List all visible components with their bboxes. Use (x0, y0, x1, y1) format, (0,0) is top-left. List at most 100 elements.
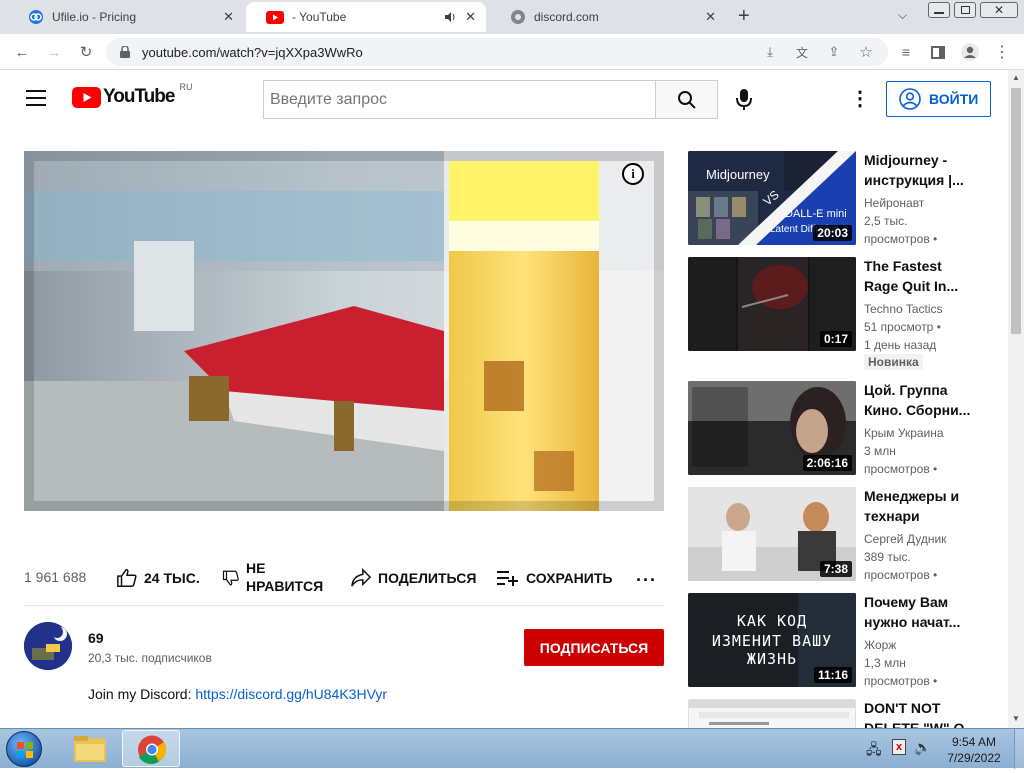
start-button[interactable] (6, 731, 42, 767)
divider (24, 605, 664, 606)
scroll-down-icon[interactable]: ▼ (1012, 714, 1020, 723)
channel-name[interactable]: 69 (88, 630, 104, 646)
dislike-label-line2: НРАВИТСЯ (246, 578, 324, 594)
title-line: DON'T NOT (864, 700, 941, 716)
recommendation-title[interactable]: DON'T NOT DELETE "W" O (864, 698, 994, 728)
video-description: Join my Discord: https://discord.gg/hU84… (88, 686, 387, 702)
url-text: youtube.com/watch?v=jqXXpa3WwRo (142, 45, 363, 60)
reload-icon[interactable]: ↻ (76, 42, 96, 62)
more-actions-icon[interactable]: ··· (636, 570, 657, 591)
recommendation-title[interactable]: Почему Вам нужно начат... (864, 592, 994, 632)
channel-name[interactable]: Techno Tactics (864, 300, 994, 318)
ufile-icon (29, 10, 43, 24)
forward-arrow-icon[interactable]: → (44, 42, 64, 62)
thumbnail-image (689, 700, 855, 728)
recommendation-title[interactable]: Менеджеры и технари (864, 486, 994, 526)
channel-name[interactable]: Крым Украина (864, 424, 994, 442)
profile-icon[interactable] (960, 42, 980, 62)
account-icon (899, 88, 921, 110)
share-icon[interactable]: ⇪ (824, 42, 844, 62)
title-line: Кино. Сборни... (864, 402, 971, 418)
channel-avatar[interactable] (24, 622, 72, 670)
description-text: Join my Discord: (88, 686, 196, 702)
info-icon[interactable]: i (622, 163, 644, 185)
recommendation-thumbnail[interactable]: 2:06:16 (688, 381, 856, 475)
tab-youtube[interactable]: - YouTube ✕ (246, 2, 486, 32)
title-line: Менеджеры и (864, 488, 960, 504)
show-desktop-button[interactable] (1014, 729, 1024, 769)
system-clock[interactable]: 9:54 AM 7/29/2022 (938, 734, 1010, 766)
search-input[interactable] (263, 80, 655, 119)
action-center-icon[interactable]: x (892, 739, 906, 755)
microphone-icon[interactable] (736, 89, 752, 116)
channel-name[interactable]: Нейронавт (864, 194, 994, 212)
youtube-logo[interactable]: YouTube RU (72, 82, 192, 108)
recommendation-meta: Techno Tactics 51 просмотр • 1 день назад (864, 300, 994, 354)
page-scrollbar[interactable]: ▲ ▼ (1008, 70, 1024, 728)
bookmark-star-icon[interactable]: ☆ (856, 42, 876, 62)
channel-name[interactable]: Жорж (864, 636, 994, 654)
meta-line: 51 просмотр • (864, 320, 941, 334)
youtube-logo-icon (72, 86, 101, 108)
subscribe-button[interactable]: ПОДПИСАТЬСЯ (524, 629, 664, 666)
media-queue-icon[interactable]: ≡ (896, 42, 916, 62)
title-line: Цой. Группа (864, 382, 948, 398)
tab-title: Ufile.io - Pricing (52, 10, 137, 24)
search-button[interactable] (655, 80, 718, 119)
tab-close-icon[interactable]: ✕ (223, 9, 234, 25)
recommendation-title[interactable]: Цой. Группа Кино. Сборни... (864, 380, 994, 420)
meta-line: просмотров • (864, 674, 938, 688)
restore-icon[interactable] (954, 2, 976, 18)
share-arrow-icon (351, 568, 372, 587)
taskbar-chrome[interactable] (122, 730, 180, 767)
volume-icon[interactable]: 🔊 (914, 739, 931, 756)
tab-search-chevron-icon[interactable]: ⌵ (898, 8, 907, 23)
scrollbar-thumb[interactable] (1011, 88, 1021, 334)
recommendation-thumbnail[interactable]: 0:17 (688, 257, 856, 351)
window-close-icon[interactable]: ✕ (980, 2, 1018, 18)
hamburger-menu-icon[interactable] (26, 90, 46, 106)
recommendation-thumbnail[interactable] (688, 699, 856, 728)
new-tab-icon[interactable]: + (738, 5, 750, 28)
install-icon[interactable]: ⤓ (760, 42, 780, 62)
thumbs-up-icon (117, 569, 137, 587)
network-icon[interactable]: 🖧 (866, 739, 882, 763)
recommendation-title[interactable]: The Fastest Rage Quit In... (864, 256, 994, 296)
share-label: ПОДЕЛИТЬСЯ (378, 570, 477, 586)
recommendation-thumbnail[interactable]: Midjourney VS DALL-E mini Latent Diffusi… (688, 151, 856, 245)
logo-region: RU (179, 82, 193, 92)
tab-discord[interactable]: discord.com ✕ (490, 2, 726, 32)
recommendation-title[interactable]: Midjourney - инструкция |... (864, 150, 994, 190)
discord-link[interactable]: https://discord.gg/hU84K3HVyr (195, 686, 387, 702)
like-button[interactable]: 24 ТЫС. (116, 560, 200, 596)
meta-line: просмотров • (864, 462, 938, 476)
tab-title: - YouTube (292, 10, 347, 24)
title-line: Midjourney - (864, 152, 948, 168)
dislike-button[interactable]: НЕ НРАВИТСЯ (222, 560, 332, 596)
tab-ufile[interactable]: Ufile.io - Pricing ✕ (8, 2, 244, 32)
logo-text: YouTube (103, 86, 175, 107)
side-panel-icon[interactable] (928, 42, 948, 62)
translate-icon[interactable]: ⽂ (792, 42, 812, 62)
recommendation-thumbnail[interactable]: КАК КОД ИЗМЕНИТ ВАШУ ЖИЗНЬ 11:16 (688, 593, 856, 687)
back-arrow-icon[interactable]: ← (12, 42, 32, 62)
signin-button[interactable]: ВОЙТИ (886, 81, 991, 117)
scroll-up-icon[interactable]: ▲ (1012, 73, 1020, 82)
clock-date: 7/29/2022 (947, 751, 1001, 765)
tab-close-icon[interactable]: ✕ (705, 9, 716, 25)
meta-line: 1 день назад (864, 338, 937, 352)
taskbar-file-explorer[interactable] (64, 730, 116, 767)
channel-name[interactable]: Сергей Дудник (864, 530, 994, 548)
minimize-icon[interactable] (928, 2, 950, 18)
video-player[interactable]: i (24, 151, 664, 511)
duration-badge: 2:06:16 (802, 455, 852, 471)
tab-close-icon[interactable]: ✕ (465, 9, 476, 25)
settings-more-icon[interactable]: ⋮ (850, 86, 870, 111)
share-button[interactable]: ПОДЕЛИТЬСЯ (350, 560, 476, 596)
save-button[interactable]: СОХРАНИТЬ (496, 560, 612, 596)
recommendation-thumbnail[interactable]: 7:38 (688, 487, 856, 581)
recommendation-meta: Сергей Дудник 389 тыс. просмотров • (864, 530, 994, 584)
browser-menu-icon[interactable]: ⋮ (992, 42, 1012, 62)
speaker-icon[interactable] (444, 11, 456, 23)
address-bar[interactable]: youtube.com/watch?v=jqXXpa3WwRo ⤓ ⽂ ⇪ ☆ (106, 38, 888, 66)
